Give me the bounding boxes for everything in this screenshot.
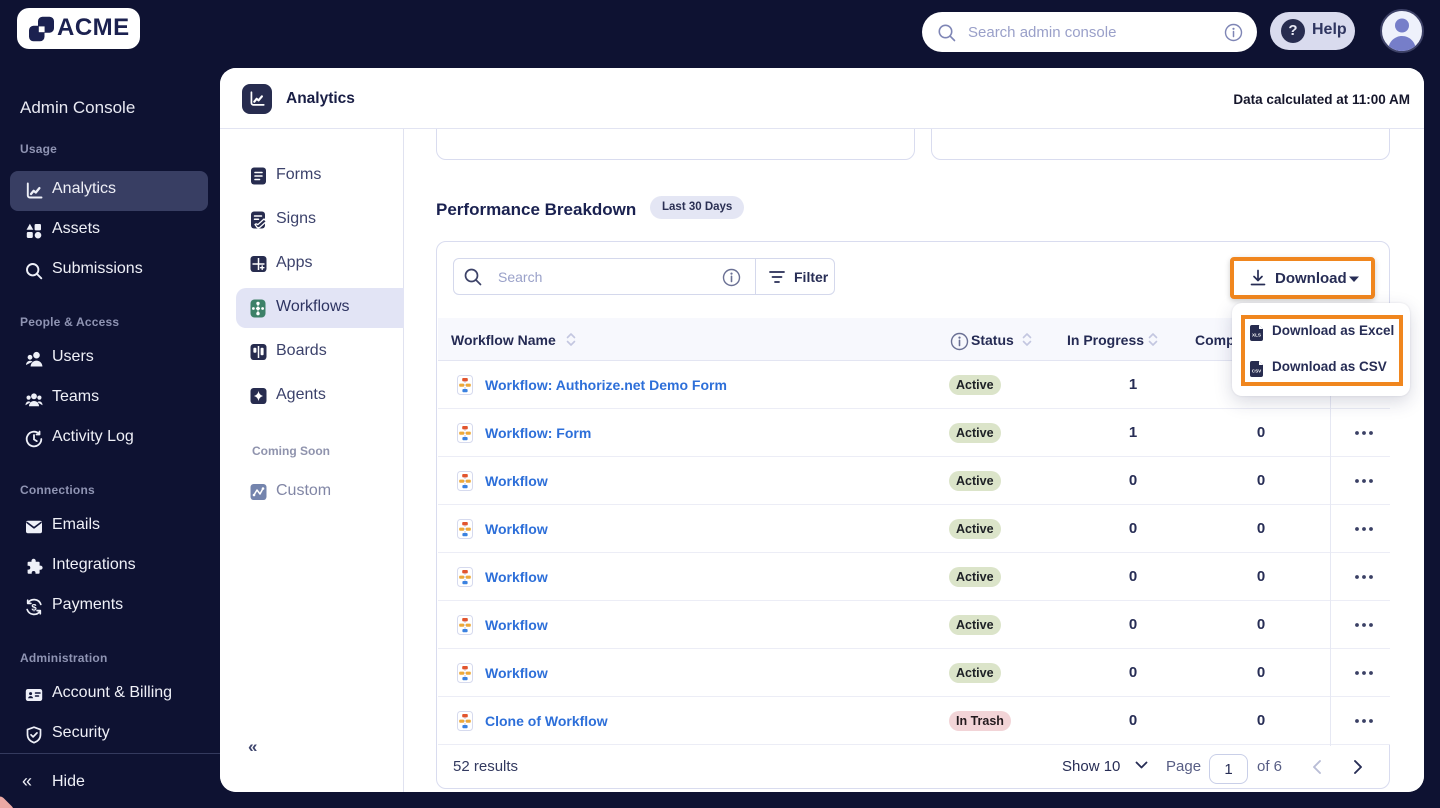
svg-text:CSV: CSV [1252, 369, 1262, 374]
svg-text:$: $ [31, 602, 37, 613]
svg-text:XLS: XLS [1252, 333, 1261, 338]
